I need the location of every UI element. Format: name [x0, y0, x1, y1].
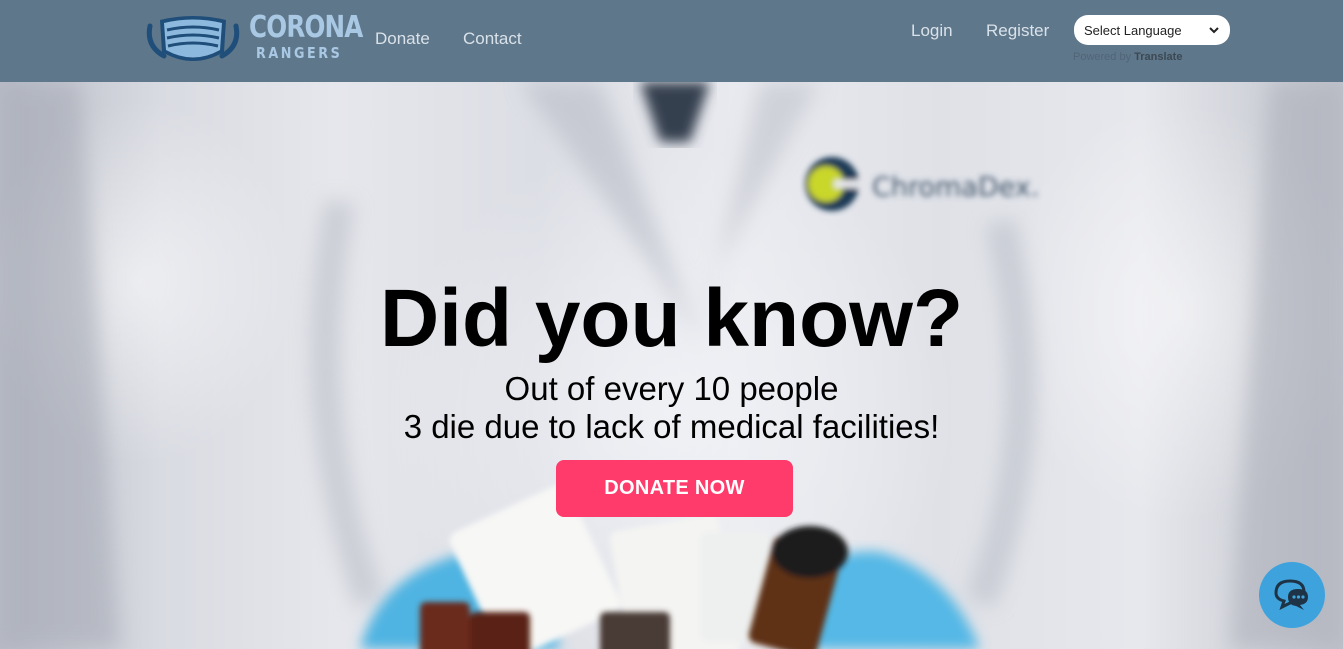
language-select[interactable]: Select Language [1074, 15, 1230, 45]
site-logo[interactable]: CORONA RANGERS [146, 8, 363, 72]
hero-headline: Did you know? [379, 273, 964, 364]
nav-link-login[interactable]: Login [911, 21, 953, 41]
top-navbar: CORONA RANGERS Donate Contact Login Regi… [0, 0, 1343, 82]
chat-widget-button[interactable] [1259, 562, 1325, 628]
logo-text-corona: CORONA [249, 10, 363, 45]
chat-bubbles-icon [1274, 579, 1308, 610]
face-mask-icon [146, 16, 240, 61]
hero-subline-2: 3 die due to lack of medical facilities! [403, 408, 940, 445]
translate-brand[interactable]: Translate [1134, 51, 1182, 63]
powered-by-prefix: Powered by [1073, 51, 1132, 63]
hero-subline-1: Out of every 10 people [504, 370, 839, 407]
language-select-value: Select Language [1084, 22, 1182, 38]
chromadex-logo [805, 157, 860, 211]
nav-link-register[interactable]: Register [986, 21, 1049, 41]
nav-link-donate[interactable]: Donate [375, 29, 430, 49]
chevron-down-icon [1209, 27, 1219, 34]
page: ChromaDex. CORONA RANGERS Donate Contact… [0, 0, 1343, 649]
powered-by-translate: Powered by Translate [1073, 51, 1182, 63]
donate-now-button[interactable]: DONATE NOW [556, 460, 793, 517]
logo-text-rangers: RANGERS [256, 44, 343, 62]
chromadex-wordmark: ChromaDex. [872, 172, 1039, 203]
nav-link-contact[interactable]: Contact [463, 29, 522, 49]
